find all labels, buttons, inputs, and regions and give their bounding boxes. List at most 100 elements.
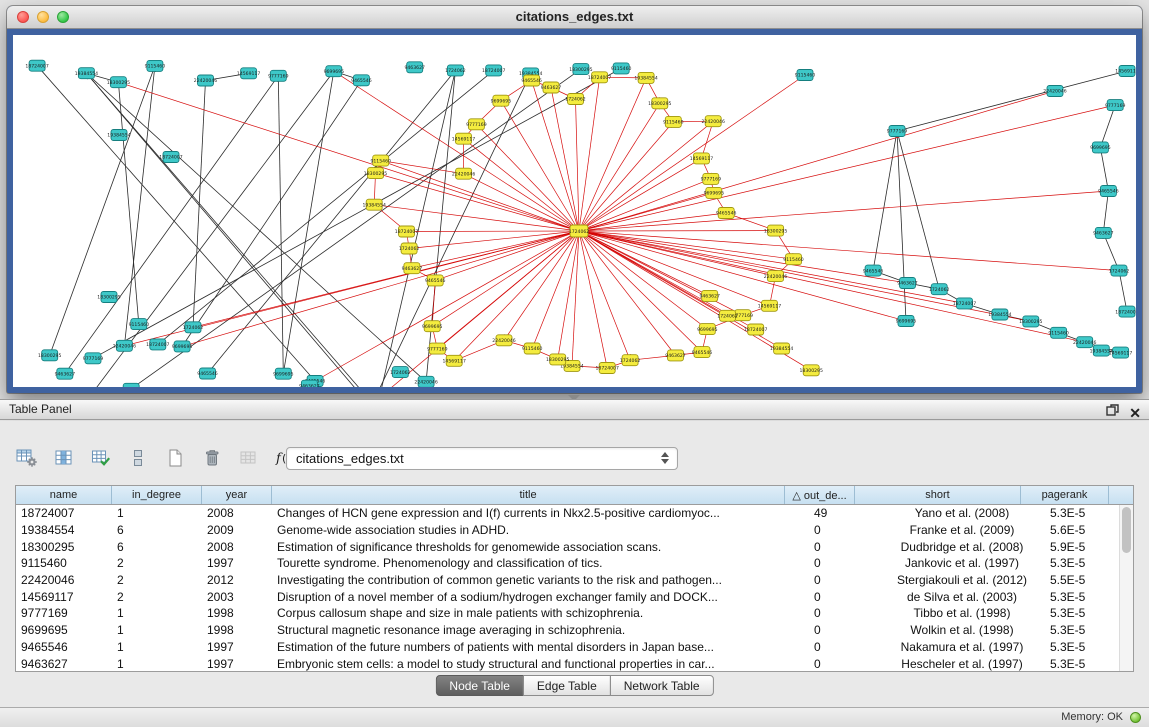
- graph-node[interactable]: 9777169: [83, 353, 104, 364]
- table-cell[interactable]: 2012: [202, 573, 272, 587]
- table-cell[interactable]: 0: [809, 640, 879, 654]
- table-cell[interactable]: Franke et al. (2009): [879, 523, 1045, 537]
- table-cell[interactable]: Structural magnetic resonance image aver…: [272, 623, 809, 637]
- table-cell[interactable]: 1: [112, 606, 202, 620]
- graph-node[interactable]: 9115460: [795, 70, 816, 81]
- table-row[interactable]: 911546021997Tourette syndrome. Phenomeno…: [16, 555, 1133, 572]
- table-cell[interactable]: 9465546: [16, 640, 112, 654]
- graph-node[interactable]: 18724007: [25, 60, 48, 71]
- table-cell[interactable]: 9115460: [16, 556, 112, 570]
- tab-node-table[interactable]: Node Table: [435, 675, 524, 696]
- graph-node[interactable]: 9465546: [425, 275, 446, 286]
- table-cell[interactable]: 0: [809, 590, 879, 604]
- graph-node[interactable]: 9699695: [172, 341, 193, 352]
- delete-table-icon[interactable]: [199, 445, 225, 471]
- graph-node[interactable]: 9699695: [491, 95, 512, 106]
- table-row[interactable]: 2242004622012Investigating the contribut…: [16, 572, 1133, 589]
- graph-node[interactable]: 9115460: [370, 155, 391, 166]
- graph-node[interactable]: 9777169: [701, 173, 722, 184]
- graph-node[interactable]: 19384554: [770, 343, 793, 354]
- column-header-pagerank[interactable]: pagerank: [1021, 486, 1109, 504]
- graph-node[interactable]: 1724062: [565, 94, 586, 105]
- graph-node[interactable]: 14569117: [120, 383, 143, 387]
- graph-node[interactable]: 9465546: [716, 208, 737, 219]
- graph-node[interactable]: 9463627: [699, 290, 720, 301]
- graph-node[interactable]: 1724062: [620, 355, 641, 366]
- table-cell[interactable]: 9777169: [16, 606, 112, 620]
- graph-node[interactable]: 9463627: [299, 380, 320, 387]
- table-cell[interactable]: 2003: [202, 590, 272, 604]
- graph-node[interactable]: 19384554: [107, 130, 130, 141]
- graph-node[interactable]: 18724007: [596, 363, 619, 374]
- graph-node[interactable]: 18300295: [364, 168, 387, 179]
- table-row[interactable]: 1872400712008Changes of HCN gene express…: [16, 505, 1133, 522]
- table-cell[interactable]: Corpus callosum shape and size in male p…: [272, 606, 809, 620]
- table-cell[interactable]: 0: [809, 556, 879, 570]
- graph-node[interactable]: 18300295: [764, 225, 787, 236]
- graph-node[interactable]: 9777169: [887, 126, 908, 137]
- column-header-in_degree[interactable]: in_degree: [112, 486, 202, 504]
- window-titlebar[interactable]: citations_edges.txt: [7, 6, 1142, 29]
- table-cell[interactable]: Dudbridge et al. (2008): [879, 540, 1045, 554]
- graph-node[interactable]: 18724007: [744, 324, 767, 335]
- table-cell[interactable]: 2008: [202, 506, 272, 520]
- network-canvas[interactable]: 1872400719384554183002959115460224200461…: [13, 35, 1136, 387]
- graph-node[interactable]: 9115460: [129, 319, 150, 330]
- graph-node[interactable]: 9777169: [268, 70, 289, 81]
- column-header-year[interactable]: year: [202, 486, 272, 504]
- table-cell[interactable]: Nakamura et al. (1997): [879, 640, 1045, 654]
- table-cell[interactable]: Changes of HCN gene expression and I(f) …: [272, 506, 809, 520]
- citation-network-graph[interactable]: 1872400719384554183002959115460224200461…: [13, 35, 1136, 387]
- table-cell[interactable]: 1998: [202, 606, 272, 620]
- graph-node[interactable]: 9699695: [422, 321, 443, 332]
- graph-node[interactable]: 1724062: [390, 367, 411, 378]
- table-cell[interactable]: 6: [112, 540, 202, 554]
- column-header-out_de[interactable]: △ out_de...: [785, 486, 855, 504]
- graph-node[interactable]: 18300295: [800, 365, 823, 376]
- table-row[interactable]: 946362711997Embryonic stem cells: a mode…: [16, 655, 1133, 672]
- table-row[interactable]: 1830029562008Estimation of significance …: [16, 538, 1133, 555]
- scrollbar-thumb[interactable]: [1122, 507, 1131, 553]
- graph-node[interactable]: 22420046: [414, 376, 437, 387]
- graph-node[interactable]: 19384554: [634, 72, 657, 83]
- graph-node[interactable]: 9699695: [1090, 142, 1111, 153]
- graph-node[interactable]: 18300295: [648, 98, 671, 109]
- table-cell[interactable]: Estimation of the future numbers of pati…: [272, 640, 809, 654]
- graph-node[interactable]: 18300295: [97, 292, 120, 303]
- table-cell[interactable]: de Silva et al. (2003): [879, 590, 1045, 604]
- graph-node[interactable]: 9777169: [427, 343, 448, 354]
- table-cell[interactable]: 1997: [202, 640, 272, 654]
- graph-node[interactable]: 9115460: [145, 60, 166, 71]
- graph-node[interactable]: 19384554: [75, 68, 98, 79]
- graph-node[interactable]: 9465546: [1098, 186, 1119, 197]
- table-cell[interactable]: 2009: [202, 523, 272, 537]
- table-cell[interactable]: Tibbo et al. (1998): [879, 606, 1045, 620]
- column-header-short[interactable]: short: [855, 486, 1021, 504]
- graph-node[interactable]: 18300295: [569, 64, 592, 75]
- graph-node[interactable]: 18724007: [482, 65, 505, 76]
- table-cell[interactable]: 2: [112, 590, 202, 604]
- table-cell[interactable]: 2008: [202, 540, 272, 554]
- table-cell[interactable]: 18724007: [16, 506, 112, 520]
- graph-node[interactable]: 9699695: [704, 187, 725, 198]
- table-row[interactable]: 946554611997Estimation of the future num…: [16, 639, 1133, 656]
- table-row[interactable]: 1938455462009Genome-wide association stu…: [16, 522, 1133, 539]
- graph-node[interactable]: 1724062: [399, 243, 420, 254]
- table-cell[interactable]: 9463627: [16, 657, 112, 671]
- table-settings-icon[interactable]: [14, 445, 40, 471]
- graph-node[interactable]: 18724007: [1115, 306, 1136, 317]
- table-cell[interactable]: 9699695: [16, 623, 112, 637]
- table-cell[interactable]: 0: [809, 623, 879, 637]
- table-row[interactable]: 977716911998Corpus callosum shape and si…: [16, 605, 1133, 622]
- table-cell[interactable]: 1: [112, 506, 202, 520]
- graph-node[interactable]: 9463627: [541, 82, 562, 93]
- graph-node[interactable]: 9465546: [863, 265, 884, 276]
- graph-node[interactable]: 9699695: [324, 66, 345, 77]
- graph-node[interactable]: 18724007: [159, 152, 182, 163]
- table-cell[interactable]: 18300295: [16, 540, 112, 554]
- table-cell[interactable]: 0: [809, 657, 879, 671]
- table-cell[interactable]: Investigating the contribution of common…: [272, 573, 809, 587]
- graph-node[interactable]: 18724007: [953, 298, 976, 309]
- graph-node[interactable]: 22420046: [764, 271, 787, 282]
- graph-node[interactable]: 1724062: [929, 284, 950, 295]
